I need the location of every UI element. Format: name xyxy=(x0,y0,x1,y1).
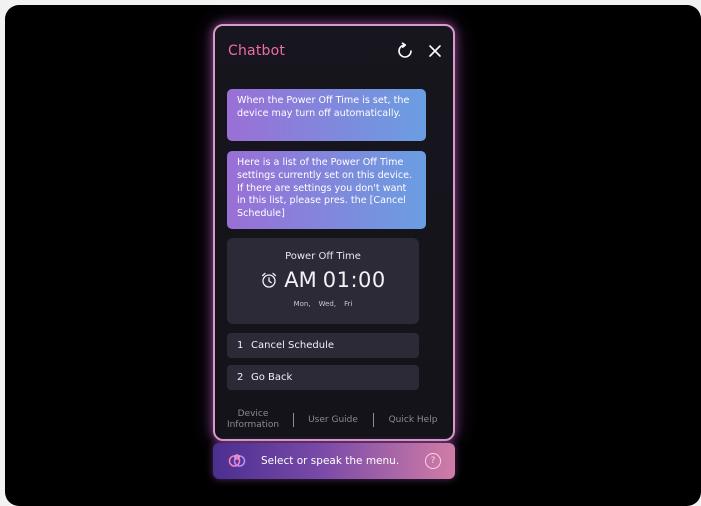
device-information-link[interactable]: Device Information xyxy=(223,409,283,431)
days-list: Mon, Wed, Fri xyxy=(227,300,419,308)
option-number: 1 xyxy=(237,340,244,351)
day-label: Mon, xyxy=(293,300,311,308)
day-label: Fri xyxy=(344,300,353,308)
close-button[interactable] xyxy=(422,38,448,64)
option-go-back[interactable]: 2 Go Back xyxy=(227,365,419,390)
power-off-card-title: Power Off Time xyxy=(285,251,361,262)
user-guide-link[interactable]: User Guide xyxy=(303,415,363,426)
voice-prompt: Select or speak the menu. xyxy=(261,455,400,467)
alarm-clock-icon xyxy=(262,272,277,288)
chat-message: When the Power Off Time is set, the devi… xyxy=(227,89,426,141)
option-cancel-schedule[interactable]: 1 Cancel Schedule xyxy=(227,333,419,358)
option-label: Go Back xyxy=(251,372,293,383)
ampm-label: AM xyxy=(284,268,317,292)
power-off-time-row: AM 01:00 xyxy=(227,268,419,292)
chatbot-panel: Chatbot When the Power Off Time is set, … xyxy=(213,24,455,441)
footer-links: Device Information User Guide Quick Help xyxy=(223,407,443,433)
divider xyxy=(292,413,294,427)
tv-screen: Chatbot When the Power Off Time is set, … xyxy=(5,5,701,506)
quick-help-link[interactable]: Quick Help xyxy=(383,415,443,426)
voice-assistant-bar[interactable]: Select or speak the menu. ? xyxy=(213,443,455,479)
refresh-button[interactable] xyxy=(392,38,418,64)
time-value: 01:00 xyxy=(322,268,386,292)
help-icon[interactable]: ? xyxy=(425,453,441,469)
chatbot-title: Chatbot xyxy=(228,43,286,59)
chat-message: Here is a list of the Power Off Time set… xyxy=(227,151,426,229)
refresh-icon xyxy=(398,42,412,58)
power-off-time-card[interactable]: Power Off Time AM 01:00 Mon, Wed, Fri xyxy=(227,238,419,324)
option-number: 2 xyxy=(237,372,244,383)
day-label: Wed, xyxy=(318,300,337,308)
option-label: Cancel Schedule xyxy=(251,340,335,351)
divider xyxy=(372,413,374,427)
close-icon xyxy=(429,45,441,57)
voice-assistant-logo-icon xyxy=(227,451,247,471)
